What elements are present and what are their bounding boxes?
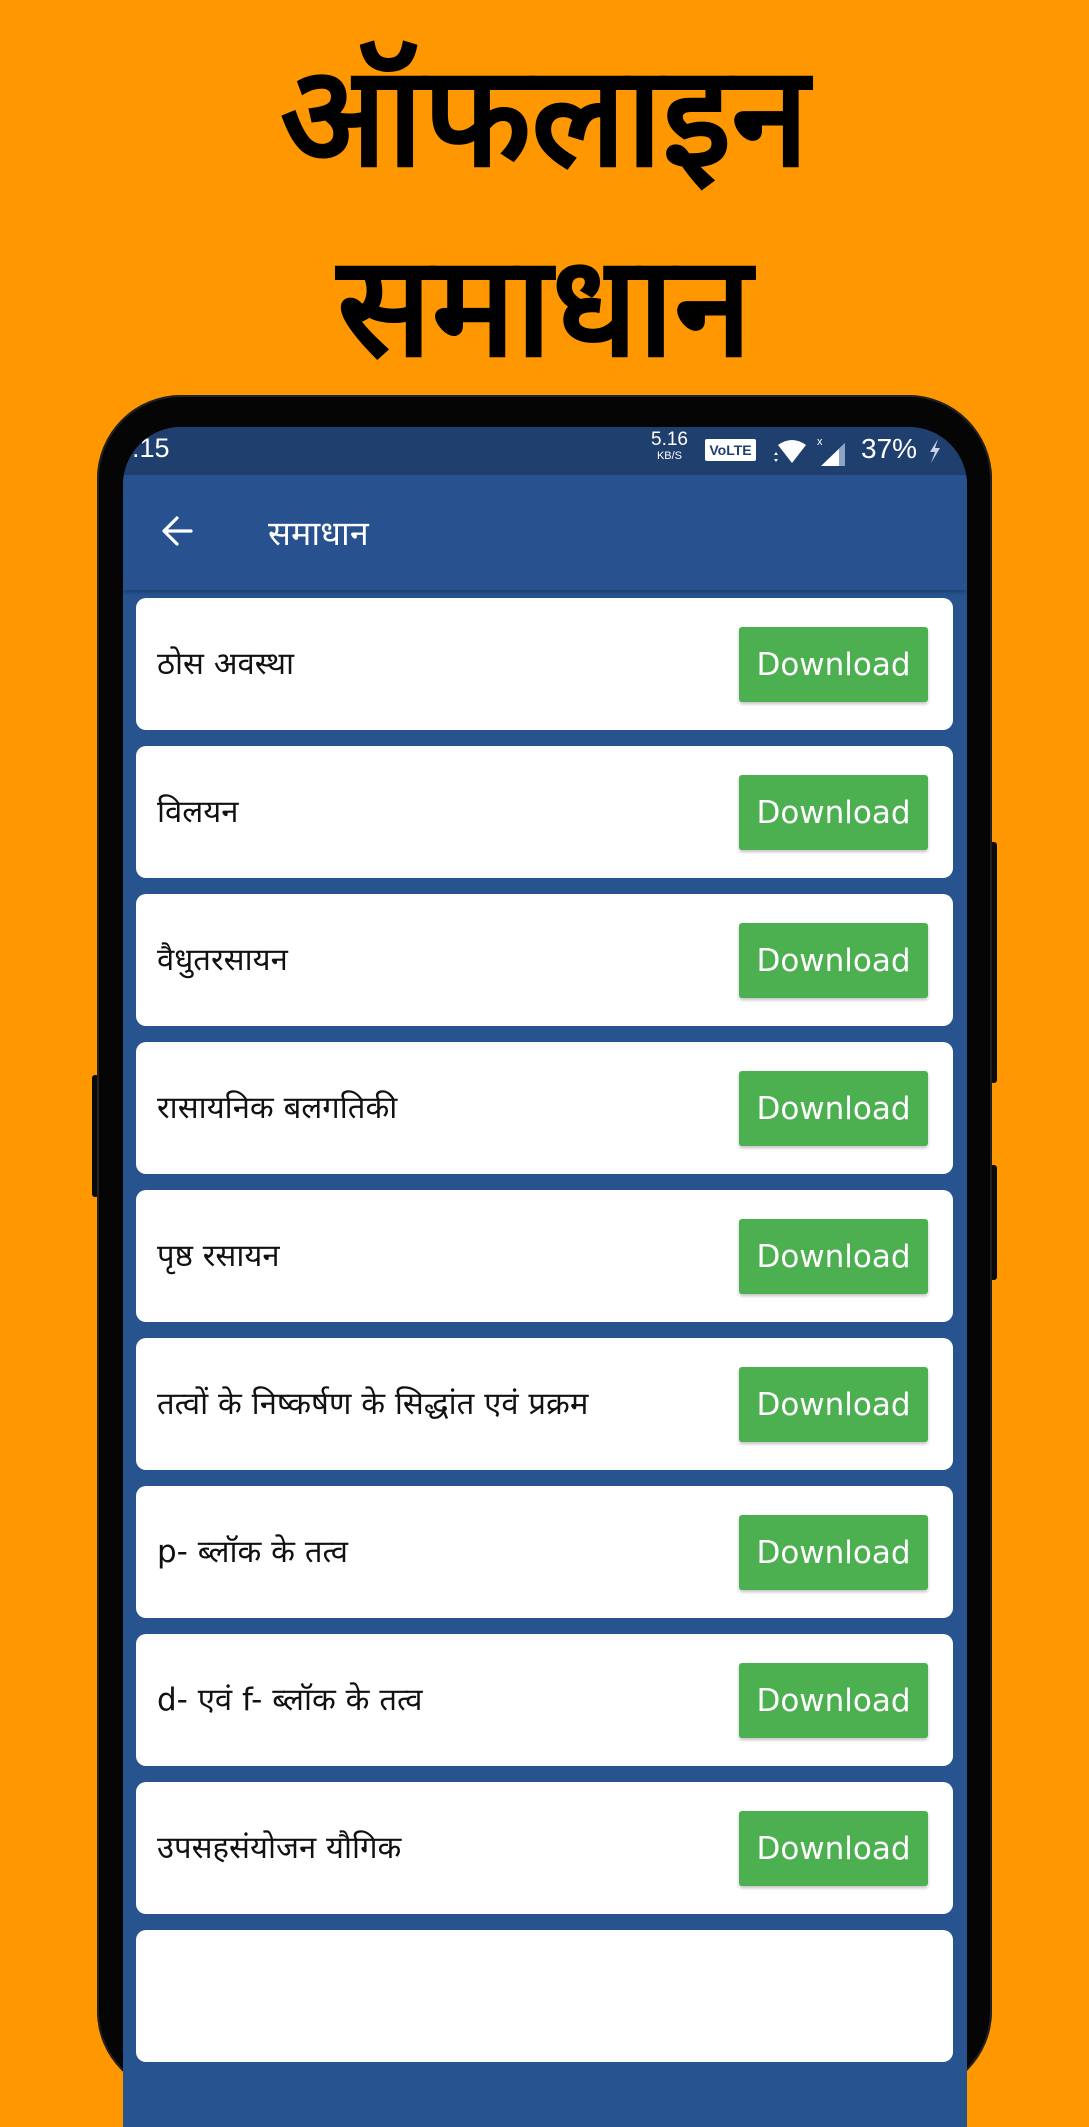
list-item-partial [136,1930,953,2062]
app-title: समाधान [268,514,369,554]
list-item: तत्वों के निष्कर्षण के सिद्धांत एवं प्रक… [136,1338,953,1470]
list-item: विलयन Download [136,746,953,878]
chapter-title: p- ब्लॉक के तत्व [157,1534,348,1570]
battery-percent: 37% [861,433,918,464]
arrow-left-icon[interactable] [159,513,195,549]
download-button[interactable]: Download [739,1811,928,1886]
download-button[interactable]: Download [739,1219,928,1294]
list-item: p- ब्लॉक के तत्व Download [136,1486,953,1618]
list-item: d- एवं f- ब्लॉक के तत्व Download [136,1634,953,1766]
download-button[interactable]: Download [739,775,928,850]
chapter-title: वैधुतरसायन [157,942,288,978]
list-item: रासायनिक बलगतिकी Download [136,1042,953,1174]
network-speed-value: 5.16 [651,429,688,450]
download-button[interactable]: Download [739,1367,928,1442]
download-button[interactable]: Download [739,1515,928,1590]
status-time: 3:15 [123,433,170,463]
list-item: उपसहसंयोजन यौगिक Download [136,1782,953,1914]
download-button[interactable]: Download [739,627,928,702]
signal-icon: x [817,436,845,466]
chapter-title: d- एवं f- ब्लॉक के तत्व [157,1682,423,1718]
network-speed-unit: KB/S [656,450,683,462]
list-item: वैधुतरसायन Download [136,894,953,1026]
wifi-icon [774,440,806,463]
status-bar: 3:15 5.16 KB/S VoLTE x 37% [123,427,967,475]
list-item: पृष्ठ रसायन Download [136,1190,953,1322]
promo-title-line2: समाधान [337,226,752,389]
chapter-title: उपसहसंयोजन यौगिक [157,1830,402,1866]
download-button[interactable]: Download [739,1663,928,1738]
chapter-title: विलयन [157,794,239,830]
chapter-title: रासायनिक बलगतिकी [157,1090,398,1126]
svg-text:x: x [817,436,823,448]
phone-screen: 3:15 5.16 KB/S VoLTE x 37% समाधान ठोस अव… [123,427,967,2127]
download-button[interactable]: Download [739,1071,928,1146]
network-speed: 5.16 KB/S [651,430,688,462]
phone-frame: 3:15 5.16 KB/S VoLTE x 37% समाधान ठोस अव… [97,395,992,2127]
list-item: ठोस अवस्था Download [136,598,953,730]
charging-bolt-icon [930,439,940,463]
app-bar: समाधान [123,475,967,590]
chapter-title: ठोस अवस्था [157,646,295,682]
download-button[interactable]: Download [739,923,928,998]
promo-title-line1: ऑफलाइन [280,36,809,199]
chapter-title: पृष्ठ रसायन [157,1238,280,1274]
volte-badge: VoLTE [705,439,756,461]
chapter-title: तत्वों के निष्कर्षण के सिद्धांत एवं प्रक… [157,1386,589,1422]
